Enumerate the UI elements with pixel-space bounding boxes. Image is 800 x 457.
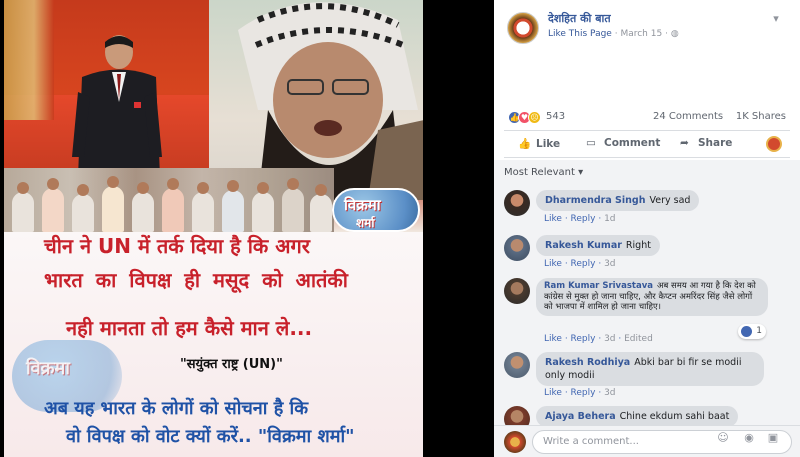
comment-bubble: Rakesh Rodhiya Abki bar bi fir se modii o… xyxy=(536,352,764,386)
poster-line-3: नही मानता तो हम कैसे मान ले... xyxy=(66,316,313,340)
commenter-avatar[interactable] xyxy=(504,235,530,261)
post-header: देशहित की बात Like This Page · March 15 … xyxy=(494,0,800,104)
gold-backdrop xyxy=(4,0,54,120)
commenter-avatar[interactable] xyxy=(504,278,530,304)
commenter-name[interactable]: Rakesh Kumar xyxy=(545,240,622,251)
comment-bubble: Ajaya Behera Chine ekdum sahi baat xyxy=(536,406,739,427)
post-image[interactable]: विक्रमा शर्मा विक्रमा चीन ने UN में तर्क… xyxy=(4,0,423,457)
post-date[interactable]: March 15 xyxy=(620,29,662,39)
thumb-up-icon: 👍 xyxy=(518,138,532,150)
viewer-avatar[interactable] xyxy=(504,431,526,453)
comment-text: Right xyxy=(625,240,651,251)
poster-line-5: अब यह भारत के लोगों को सोचना है कि xyxy=(44,398,309,419)
poster-line-6: वो विपक्ष को वोट क्यों करें.. "विक्रमा श… xyxy=(66,426,355,447)
comment-reply-link[interactable]: Reply xyxy=(571,388,596,398)
comment-actions: Like · Reply · 3d xyxy=(544,388,616,398)
comments-section: Most Relevant ▾ Dharmendra Singh Very sad… xyxy=(494,160,800,457)
comments-count-link[interactable]: 24 Comments xyxy=(653,111,723,122)
comment-reply-link[interactable]: Reply xyxy=(571,214,596,224)
comment-like-link[interactable]: Like xyxy=(544,214,562,224)
commenter-avatar[interactable] xyxy=(504,352,530,378)
post-actions-bar: 👍 Like ▭ Comment ➦ Share xyxy=(504,130,790,158)
like-button[interactable]: 👍 Like xyxy=(518,137,560,150)
gif-icon[interactable]: ▣ xyxy=(766,431,780,445)
commenter-avatar[interactable] xyxy=(504,190,530,216)
share-button-label: Share xyxy=(698,137,733,149)
reactions-bar: 👍 ♥ ☹ 543 24 Comments 1K Shares xyxy=(494,104,800,128)
like-page-link[interactable]: Like This Page xyxy=(548,29,612,39)
comment-like-link[interactable]: Like xyxy=(544,334,562,344)
viewer-avatar[interactable] xyxy=(766,136,782,152)
shares-count-link[interactable]: 1K Shares xyxy=(736,111,786,122)
comment-time[interactable]: 3d xyxy=(604,334,615,344)
poster-photo: विक्रमा शर्मा xyxy=(4,0,423,232)
comment-reaction-count[interactable]: 1 xyxy=(738,324,766,339)
poster-line-2: भारत का विपक्ष ही मसूद को आतंकी xyxy=(44,268,348,292)
engagement-counts: 24 Comments 1K Shares xyxy=(653,111,786,122)
watermark-text: विक्रमा xyxy=(26,358,70,379)
comment-edited-label[interactable]: Edited xyxy=(624,334,653,344)
comment-time[interactable]: 3d xyxy=(604,388,615,398)
page-name-link[interactable]: देशहित की बात xyxy=(548,11,611,26)
comment-text: Chine ekdum sahi baat xyxy=(619,411,730,422)
standing-man-figure xyxy=(72,35,162,177)
emoji-icon[interactable]: ☺ xyxy=(716,431,730,445)
comment-bubble: Dharmendra Singh Very sad xyxy=(536,190,700,211)
vikrama-logo-badge: विक्रमा शर्मा xyxy=(332,188,420,232)
commenter-name[interactable]: Ajaya Behera xyxy=(545,411,616,422)
comment-time[interactable]: 3d xyxy=(604,259,615,269)
comment-bubble: Rakesh Kumar Right xyxy=(536,235,660,256)
screenshot-root: विक्रमा शर्मा विक्रमा चीन ने UN में तर्क… xyxy=(0,0,800,457)
sad-reaction-icon[interactable]: ☹ xyxy=(528,111,541,124)
comment-text: Very sad xyxy=(649,195,691,206)
comment-actions: Like · Reply · 3d xyxy=(544,259,616,269)
post-meta: Like This Page · March 15 · ◍ xyxy=(548,29,679,39)
globe-icon: ◍ xyxy=(670,29,679,39)
page-avatar[interactable] xyxy=(507,12,539,44)
comment-reply-link[interactable]: Reply xyxy=(571,334,596,344)
comment-actions: Like · Reply · 1d xyxy=(544,214,616,224)
poster-line-4: "सयुंक्त राष्ट्र (UN)" xyxy=(180,357,283,372)
commenter-name[interactable]: Rakesh Rodhiya xyxy=(545,357,630,368)
reaction-count[interactable]: 543 xyxy=(546,111,565,122)
comment-time[interactable]: 1d xyxy=(604,214,615,224)
share-arrow-icon: ➦ xyxy=(680,137,689,149)
share-button[interactable]: ➦ Share xyxy=(680,137,732,149)
like-button-label: Like xyxy=(536,138,561,150)
comment-like-link[interactable]: Like xyxy=(544,388,562,398)
comment-sort-dropdown[interactable]: Most Relevant ▾ xyxy=(504,167,583,178)
logo-text-1: विक्रमा xyxy=(344,196,381,214)
commenter-name[interactable]: Dharmendra Singh xyxy=(545,195,645,206)
comment-reply-link[interactable]: Reply xyxy=(571,259,596,269)
comment-button[interactable]: ▭ Comment xyxy=(586,137,660,149)
speech-bubble-icon: ▭ xyxy=(586,137,596,149)
count-separator xyxy=(726,111,732,122)
comment-button-label: Comment xyxy=(604,137,661,149)
write-comment-row: Write a comment... ☺ ◉ ▣ xyxy=(494,425,800,457)
comment-actions: Like · Reply · 3d · Edited xyxy=(544,334,653,344)
chevron-down-icon[interactable]: ▾ xyxy=(769,12,783,26)
logo-text-2: शर्मा xyxy=(356,216,375,230)
comment-bubble: Ram Kumar Srivastava अब समय आ गया है कि द… xyxy=(536,278,768,316)
commenter-name[interactable]: Ram Kumar Srivastava xyxy=(544,281,653,291)
facebook-post-panel: देशहित की बात Like This Page · March 15 … xyxy=(494,0,800,457)
poster-text-panel: विक्रमा चीन ने UN में तर्क दिया है कि अग… xyxy=(4,232,423,457)
crowd-photo xyxy=(4,168,334,232)
camera-icon[interactable]: ◉ xyxy=(742,431,756,445)
comment-like-link[interactable]: Like xyxy=(544,259,562,269)
poster-line-1: चीन ने UN में तर्क दिया है कि अगर xyxy=(44,234,310,258)
